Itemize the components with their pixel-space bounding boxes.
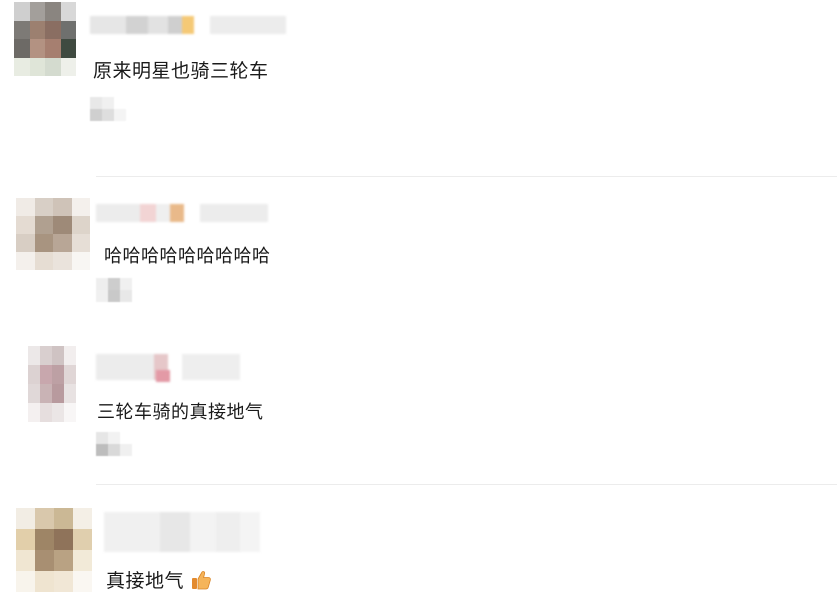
comment-text: 哈哈哈哈哈哈哈哈哈: [104, 246, 271, 267]
avatar[interactable]: [16, 508, 92, 592]
divider: [96, 484, 837, 485]
comment-item: 原来明星也骑三轮车: [0, 0, 837, 170]
comment-meta-blur: [96, 278, 144, 302]
username-blur[interactable]: [104, 512, 260, 552]
comment-text: 真接地气: [106, 566, 212, 593]
comment-item: 真接地气: [0, 500, 837, 598]
username-blur[interactable]: [96, 204, 268, 222]
comment-item: 三轮车骑的真接地气: [0, 340, 837, 480]
thumbs-up-icon: [190, 569, 212, 591]
avatar[interactable]: [28, 346, 76, 422]
comment-text-label: 真接地气: [106, 570, 185, 592]
comment-meta-blur: [96, 432, 144, 456]
comment-text: 三轮车骑的真接地气: [97, 402, 264, 423]
divider: [96, 176, 837, 177]
username-blur-accent: [156, 370, 170, 382]
avatar[interactable]: [14, 2, 76, 76]
comment-meta-blur: [90, 97, 138, 121]
comment-item: 哈哈哈哈哈哈哈哈哈: [0, 178, 837, 328]
comment-text: 原来明星也骑三轮车: [93, 60, 269, 82]
username-blur[interactable]: [90, 16, 286, 34]
avatar[interactable]: [16, 198, 90, 270]
